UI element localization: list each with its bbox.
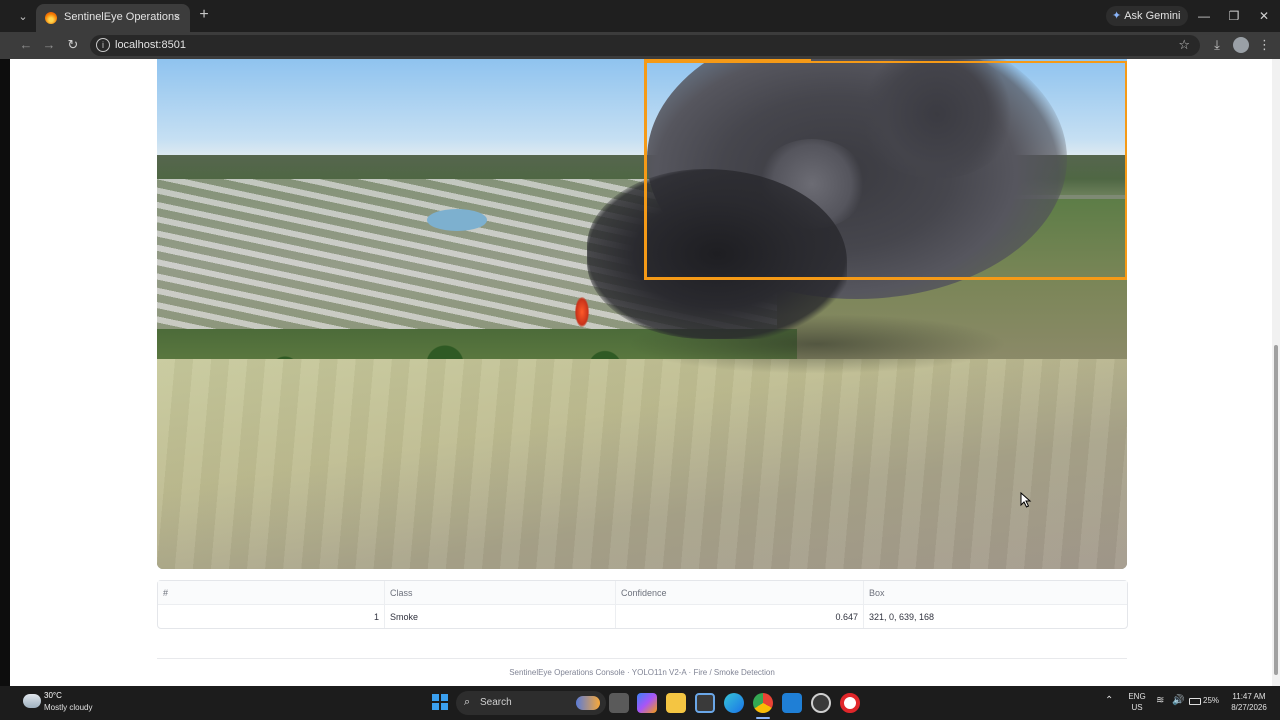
vscode-icon[interactable] [782,693,802,713]
battery-percentage[interactable]: 25% [1203,696,1219,705]
footer-text: SentinelEye Operations Console · YOLO11n… [509,668,775,677]
tab-close-button[interactable]: × [170,10,184,24]
reload-button[interactable]: ↻ [65,37,81,53]
edge-icon[interactable] [724,693,744,713]
site-info-icon[interactable]: i [96,38,110,52]
chrome-icon[interactable] [753,693,773,713]
file-explorer-icon[interactable] [666,693,686,713]
language-code: ENG [1128,692,1146,701]
clock-date: 8/27/2026 [1231,703,1267,712]
microsoft-store-icon[interactable] [695,693,715,713]
ask-gemini-button[interactable]: ✦ Ask Gemini [1106,6,1189,26]
smoke-detection-bounding-box [644,61,1127,280]
search-highlight-icon [576,696,600,710]
task-view-icon[interactable] [609,693,629,713]
cell-box: 321, 0, 639, 168 [869,611,935,622]
new-tab-button[interactable]: + [196,7,212,23]
window-restore-button[interactable]: ❐ [1226,8,1242,24]
search-icon: ⌕ [464,696,471,708]
page-scrollbar[interactable] [1272,59,1280,686]
language-region: US [1131,703,1143,712]
browser-toolbar: ← → ↻ i localhost:8501 ☆ [0,32,1280,59]
taskbar-clock[interactable]: 11:47 AM 8/27/2026 [1226,691,1272,713]
window-minimize-button[interactable]: — [1196,8,1212,24]
screen-recorder-icon[interactable] [840,693,860,713]
browser-tab-active[interactable]: SentinelEye Operations × [36,4,190,32]
tab-list-button[interactable]: ⌄ [14,8,32,26]
fire-flame [575,297,589,327]
language-indicator[interactable]: ENG US [1126,691,1148,713]
show-hidden-icons-button[interactable]: ⌃ [1105,695,1113,706]
browser-menu-button[interactable]: ⋮ [1258,37,1271,53]
fire-favicon-icon [45,12,57,24]
cell-index: 1 [158,605,385,628]
cloud-weather-icon[interactable] [23,694,41,708]
windows-taskbar: 30°C Mostly cloudy ⌕ Search ⌃ ENG US ≋ 🔊… [0,686,1280,720]
download-icon[interactable]: ⤓ [1209,37,1225,53]
bookmark-star-icon[interactable]: ☆ [1178,37,1190,53]
column-header-box[interactable]: Box [864,581,1127,605]
search-label: Search [480,697,512,708]
video-field-texture [157,359,1127,569]
window-close-button[interactable]: ✕ [1256,8,1272,24]
weather-temperature[interactable]: 30°C [44,691,62,700]
table-header-row: # Class Confidence Box [158,581,1127,605]
cell-confidence: 0.647 [616,605,864,628]
profile-avatar[interactable] [1233,37,1249,53]
ask-gemini-label: Ask Gemini [1124,10,1181,22]
video-pond [427,209,487,231]
browser-tab-bar: ⌄ SentinelEye Operations × + ✦ Ask Gemini… [0,0,1280,32]
footer-divider [157,658,1127,659]
detection-video-frame [157,59,1127,569]
windows-start-icon[interactable] [432,694,448,710]
gemini-sparkle-icon: ✦ [1112,10,1122,22]
column-header-class[interactable]: Class [385,581,616,605]
media-player-icon[interactable] [811,693,831,713]
url-text[interactable]: localhost:8501 [115,39,186,51]
detections-table: # Class Confidence Box 1 Smoke 0.647 321… [157,580,1128,629]
taskbar-search-box[interactable]: ⌕ Search [456,691,606,715]
column-header-index[interactable]: # [158,581,385,605]
cell-class: Smoke [385,605,616,628]
clock-time: 11:47 AM [1232,692,1266,701]
scrollbar-thumb[interactable] [1274,345,1278,675]
copilot-icon[interactable] [637,693,657,713]
volume-icon[interactable]: 🔊 [1172,695,1184,706]
forward-button[interactable]: → [41,37,57,53]
address-bar[interactable]: i localhost:8501 ☆ [90,35,1200,56]
column-header-confidence[interactable]: Confidence [616,581,864,605]
mouse-cursor-icon [1020,492,1032,508]
wifi-icon[interactable]: ≋ [1156,695,1164,706]
battery-icon[interactable] [1189,698,1201,705]
streamlit-page: # Class Confidence Box 1 Smoke 0.647 321… [0,59,1280,686]
tab-title: SentinelEye Operations [64,11,180,23]
chrome-active-indicator [756,717,770,719]
table-row: 1 Smoke 0.647 321, 0, 639, 168 [158,605,1127,628]
weather-description[interactable]: Mostly cloudy [44,703,92,712]
back-button[interactable]: ← [18,37,34,53]
